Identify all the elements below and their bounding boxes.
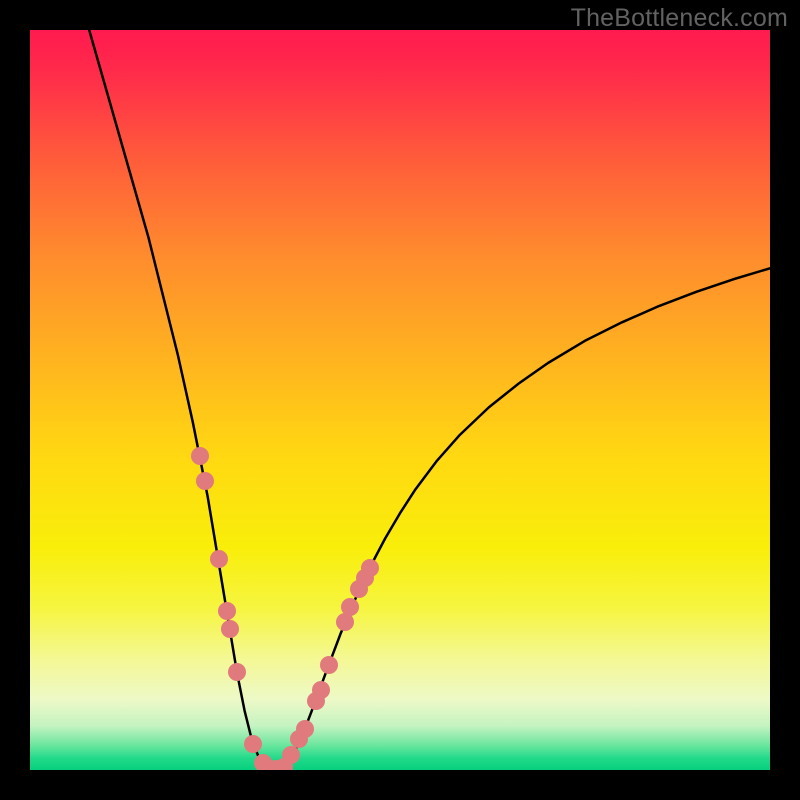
curve-marker xyxy=(320,656,338,674)
curve-marker xyxy=(221,620,239,638)
curve-marker xyxy=(244,735,262,753)
plot-area xyxy=(30,30,770,770)
curve-marker xyxy=(228,663,246,681)
curve-marker xyxy=(210,550,228,568)
curve-marker xyxy=(312,681,330,699)
curve-marker xyxy=(196,472,214,490)
curve-marker xyxy=(282,746,300,764)
source-watermark: TheBottleneck.com xyxy=(571,4,788,33)
curve-marker xyxy=(341,598,359,616)
curve-markers xyxy=(30,30,770,770)
curve-marker xyxy=(361,559,379,577)
curve-marker xyxy=(218,602,236,620)
curve-marker xyxy=(191,447,209,465)
chart-stage: TheBottleneck.com xyxy=(0,0,800,800)
curve-marker xyxy=(296,720,314,738)
